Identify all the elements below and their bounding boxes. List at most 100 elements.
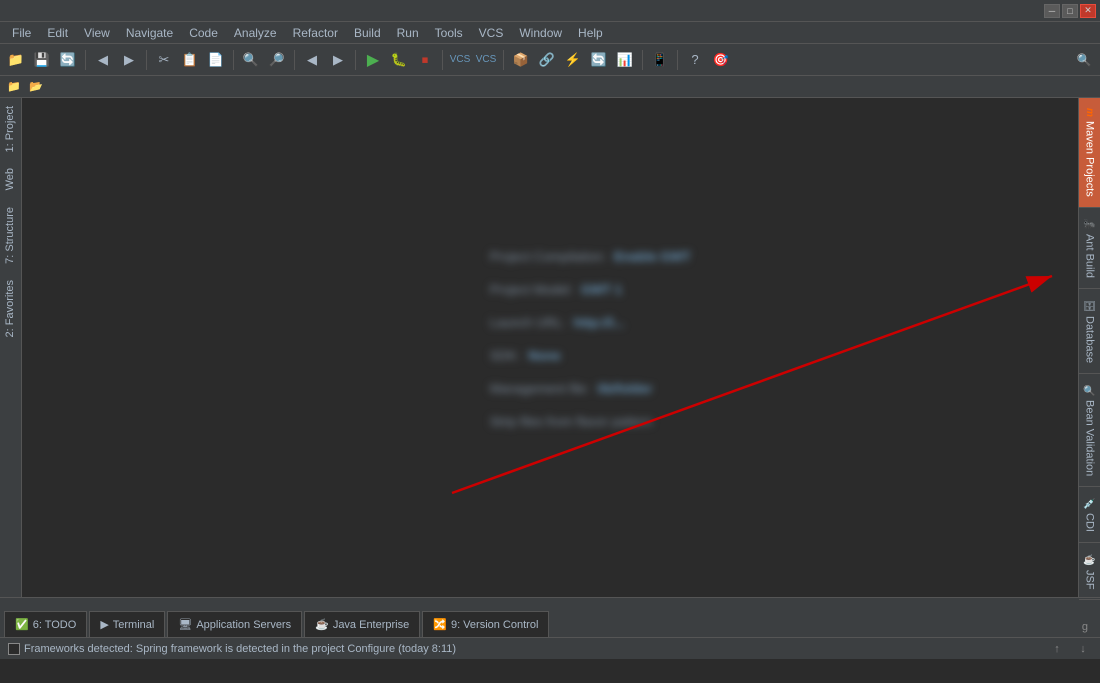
menu-view[interactable]: View — [76, 24, 118, 42]
toolbar-run[interactable]: ▶ — [361, 48, 385, 72]
menu-window[interactable]: Window — [511, 24, 570, 42]
status-down-icon[interactable]: ↓ — [1074, 640, 1092, 658]
toolbar-deploy[interactable]: 🔄 — [587, 48, 611, 72]
menu-bar: File Edit View Navigate Code Analyze Ref… — [0, 22, 1100, 44]
blurred-content: Project Compilation: Enable GWT Project … — [490, 249, 691, 447]
tab-terminal[interactable]: ▶ Terminal — [89, 611, 165, 637]
content-area: Project Compilation: Enable GWT Project … — [22, 98, 1078, 597]
tab-app-servers[interactable]: 🖥 Application Servers — [167, 611, 302, 637]
todo-icon: ✅ — [15, 618, 29, 631]
sidebar-item-favorites[interactable]: 2: Favorites — [0, 272, 21, 345]
main-toolbar: 📁 💾 🔄 ◀ ▶ ✂ 📋 📄 🔍 🔎 ◀ ▶ ▶ 🐛 ⏹ VCS VCS 📦 … — [0, 44, 1100, 76]
blurred-line-4: SDK: None — [490, 348, 691, 363]
toolbar-separator-9 — [677, 50, 678, 70]
status-up-icon[interactable]: ↑ — [1048, 640, 1066, 658]
ant-icon: 🐜 — [1084, 218, 1095, 230]
right-tab-jsf[interactable]: ☕ JSF — [1079, 543, 1100, 600]
tab-java-enterprise[interactable]: ☕ Java Enterprise — [304, 611, 420, 637]
toolbar-separator-2 — [146, 50, 147, 70]
toolbar-open[interactable]: 📁 — [4, 48, 28, 72]
java-enterprise-icon: ☕ — [315, 618, 329, 631]
bottom-right-indicator: g — [1074, 617, 1096, 637]
right-tab-maven[interactable]: m Maven Projects — [1079, 98, 1100, 208]
toolbar-device[interactable]: 📱 — [648, 48, 672, 72]
blurred-line-3: Launch URL: http://l... — [490, 315, 691, 330]
toolbar-vcs2[interactable]: VCS — [474, 48, 498, 72]
menu-edit[interactable]: Edit — [39, 24, 76, 42]
blurred-line-5: Management file: lib/folder — [490, 381, 691, 396]
maven-icon: m — [1084, 108, 1095, 117]
jsf-icon: ☕ — [1084, 553, 1095, 565]
menu-refactor[interactable]: Refactor — [285, 24, 346, 42]
menu-run[interactable]: Run — [389, 24, 427, 42]
toolbar-nav-fwd[interactable]: ▶ — [326, 48, 350, 72]
maximize-button[interactable]: □ — [1062, 4, 1078, 18]
toolbar-help[interactable]: ? — [683, 48, 707, 72]
sidebar-item-structure[interactable]: 7: Structure — [0, 199, 21, 272]
blurred-line-2: Project Model: GWT 1 — [490, 282, 691, 297]
menu-code[interactable]: Code — [181, 24, 226, 42]
toolbar-separator-8 — [642, 50, 643, 70]
blurred-line-1: Project Compilation: Enable GWT — [490, 249, 691, 264]
tab-todo[interactable]: ✅ 6: TODO — [4, 611, 87, 637]
main-layout: 1: Project Web 7: Structure 2: Favorites… — [0, 98, 1100, 597]
right-tab-database[interactable]: 🗄 Database — [1079, 289, 1100, 374]
toolbar-stop[interactable]: ⏹ — [413, 48, 437, 72]
cdi-icon: 💉 — [1084, 497, 1095, 509]
toolbar-db[interactable]: 📊 — [613, 48, 637, 72]
left-side-tabs: 1: Project Web 7: Structure 2: Favorites — [0, 98, 22, 597]
toolbar-separator-7 — [503, 50, 504, 70]
window-controls[interactable]: ─ □ ✕ — [1044, 4, 1096, 18]
toolbar-back[interactable]: ◀ — [91, 48, 115, 72]
menu-build[interactable]: Build — [346, 24, 389, 42]
status-right: ↑ ↓ — [1048, 640, 1092, 658]
secondary-toolbar: 📁 📂 — [0, 76, 1100, 98]
tab-version-control[interactable]: 🔀 9: Version Control — [422, 611, 549, 637]
menu-tools[interactable]: Tools — [427, 24, 471, 42]
menu-navigate[interactable]: Navigate — [118, 24, 181, 42]
toolbar-copy[interactable]: 📋 — [178, 48, 202, 72]
sec-folder[interactable]: 📁 — [4, 78, 24, 96]
bottom-tabs-bar: ✅ 6: TODO ▶ Terminal 🖥 Application Serve… — [0, 597, 1100, 637]
toolbar-build2[interactable]: 🔗 — [535, 48, 559, 72]
terminal-icon: ▶ — [100, 618, 108, 631]
toolbar-refresh[interactable]: ⚡ — [561, 48, 585, 72]
status-text: Frameworks detected: Spring framework is… — [24, 643, 456, 655]
status-checkbox[interactable] — [8, 643, 20, 655]
toolbar-cut[interactable]: ✂ — [152, 48, 176, 72]
sec-folder2[interactable]: 📂 — [26, 78, 46, 96]
toolbar-forward[interactable]: ▶ — [117, 48, 141, 72]
toolbar-build1[interactable]: 📦 — [509, 48, 533, 72]
database-icon: 🗄 — [1084, 299, 1095, 312]
toolbar-paste[interactable]: 📄 — [204, 48, 228, 72]
title-bar: ─ □ ✕ — [0, 0, 1100, 22]
sidebar-item-web[interactable]: Web — [0, 160, 21, 198]
toolbar-sync[interactable]: 🔄 — [56, 48, 80, 72]
close-button[interactable]: ✕ — [1080, 4, 1096, 18]
toolbar-find[interactable]: 🔍 — [239, 48, 263, 72]
menu-file[interactable]: File — [4, 24, 39, 42]
toolbar-replace[interactable]: 🔎 — [265, 48, 289, 72]
status-bar: Frameworks detected: Spring framework is… — [0, 637, 1100, 659]
toolbar-target[interactable]: 🎯 — [709, 48, 733, 72]
blurred-line-6: Strip files from flavor pattern — [490, 414, 691, 429]
right-side-panel: m Maven Projects 🐜 Ant Build 🗄 Database … — [1078, 98, 1100, 597]
toolbar-separator-4 — [294, 50, 295, 70]
sidebar-item-project[interactable]: 1: Project — [0, 98, 21, 160]
bean-icon: 🔍 — [1084, 384, 1095, 396]
right-tab-cdi[interactable]: 💉 CDI — [1079, 487, 1100, 543]
annotation-arrow — [22, 98, 1078, 597]
toolbar-save[interactable]: 💾 — [30, 48, 54, 72]
toolbar-debug[interactable]: 🐛 — [387, 48, 411, 72]
search-icon[interactable]: 🔍 — [1072, 48, 1096, 72]
right-tab-bean[interactable]: 🔍 Bean Validation — [1079, 374, 1100, 487]
menu-help[interactable]: Help — [570, 24, 611, 42]
menu-analyze[interactable]: Analyze — [226, 24, 285, 42]
right-tab-ant[interactable]: 🐜 Ant Build — [1079, 208, 1100, 289]
toolbar-separator-6 — [442, 50, 443, 70]
toolbar-vcs1[interactable]: VCS — [448, 48, 472, 72]
toolbar-nav-back[interactable]: ◀ — [300, 48, 324, 72]
minimize-button[interactable]: ─ — [1044, 4, 1060, 18]
menu-vcs[interactable]: VCS — [471, 24, 512, 42]
toolbar-separator-1 — [85, 50, 86, 70]
